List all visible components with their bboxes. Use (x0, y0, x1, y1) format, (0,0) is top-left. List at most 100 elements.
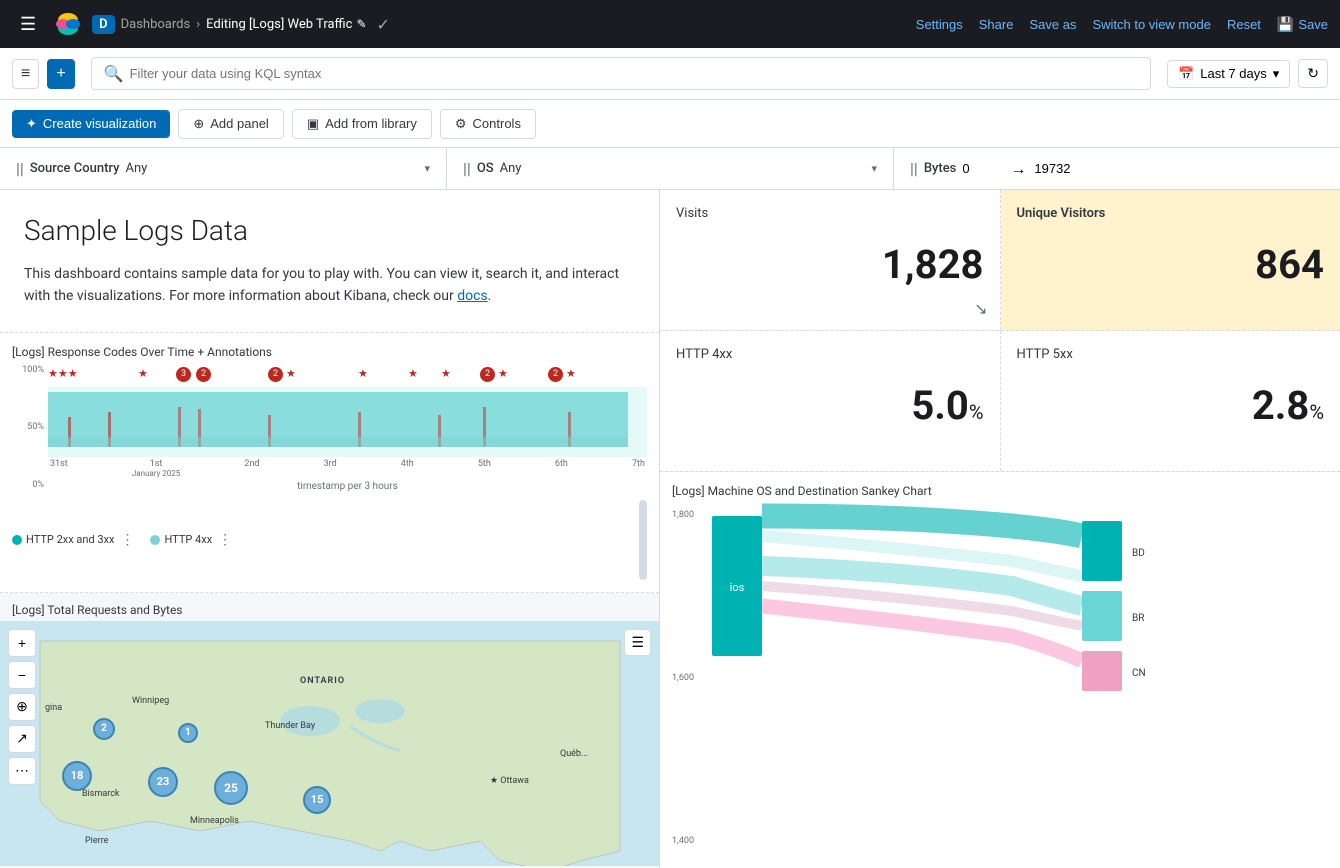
x-label-5th: 5th (478, 459, 491, 479)
os-filter[interactable]: || OS Any ▾ (447, 148, 894, 189)
map-label-thunder-bay: Thunder Bay (265, 721, 315, 731)
map-cluster-2[interactable]: 2 (93, 718, 115, 740)
nav-actions: Settings Share Save as Switch to view mo… (916, 16, 1328, 33)
edit-icon[interactable]: ✎ (356, 17, 366, 31)
visits-arrow-icon: ↘ (974, 299, 987, 318)
unique-visitors-value: 864 (1017, 241, 1325, 288)
toolbar-right: 📅 Last 7 days ▾ ↻ (1167, 59, 1328, 88)
bytes-label: Bytes (924, 161, 957, 176)
x-label-4th: 4th (401, 459, 414, 479)
legend-more-2xx[interactable]: ⋮ (120, 532, 134, 548)
unique-visitors-card: Unique Visitors 864 (1001, 190, 1340, 330)
annotation-star-1: ★★★ (48, 367, 78, 380)
sankey-card: [Logs] Machine OS and Destination Sankey… (660, 472, 1340, 868)
x-label-2nd: 2nd (244, 459, 259, 479)
bytes-range: → (962, 159, 1094, 179)
http5xx-card: HTTP 5xx 2.8% (1001, 331, 1340, 471)
os-value: Any (500, 161, 522, 176)
calendar-icon: 📅 (1178, 66, 1194, 82)
chart-scrollbar[interactable] (639, 500, 647, 580)
http5xx-title: HTTP 5xx (1017, 347, 1325, 362)
map-label-winnipeg: Winnipeg (132, 696, 169, 706)
annotation-star-8: ★ (566, 367, 576, 380)
map-label-ottawa: ★ Ottawa (490, 776, 529, 786)
y-label-0: 0% (32, 480, 44, 490)
bytes-min-input[interactable] (962, 161, 1002, 176)
add-panel-icon: ⊕ (193, 116, 204, 132)
annotation-star-5: ★ (408, 367, 418, 380)
zoom-out-button[interactable]: − (8, 661, 36, 689)
legend-http2xx: HTTP 2xx and 3xx ⋮ (12, 532, 134, 548)
sankey-y-axis: 1,800 1,600 1,400 (672, 506, 694, 850)
confirm-icon[interactable]: ✓ (377, 15, 390, 34)
library-icon: ▣ (307, 116, 319, 132)
map-cluster-1[interactable]: 1 (178, 723, 198, 743)
zoom-in-button[interactable]: + (8, 629, 36, 657)
legend-more-4xx[interactable]: ⋮ (218, 532, 232, 548)
crosshair-button[interactable]: ⊕ (8, 693, 36, 721)
kql-input[interactable] (130, 66, 1138, 81)
map-cluster-15[interactable]: 15 (303, 786, 331, 814)
settings-button[interactable]: Settings (916, 17, 963, 32)
unique-visitors-title: Unique Visitors (1017, 206, 1325, 221)
http5xx-suffix: % (1309, 400, 1324, 424)
link-button[interactable]: ↗ (8, 725, 36, 753)
map-title: [Logs] Total Requests and Bytes (0, 593, 659, 621)
map-cluster-25[interactable]: 25 (214, 771, 248, 805)
add-filter-button[interactable]: + (47, 59, 74, 89)
svg-text:CN: CN (1132, 668, 1146, 679)
x-label-31: 31st (50, 459, 68, 479)
legend-dot-2xx (12, 535, 22, 545)
x-label-6th: 6th (555, 459, 568, 479)
chevron-down-icon: ▾ (1273, 66, 1280, 82)
http4xx-value: 5.0% (676, 382, 984, 429)
sample-data-card: Sample Logs Data This dashboard contains… (0, 190, 659, 333)
sidebar-toggle-button[interactable]: ≡ (12, 59, 39, 89)
sankey-svg: ios BD BR (702, 506, 1328, 850)
map-cluster-18[interactable]: 18 (62, 761, 92, 791)
save-button[interactable]: 💾 Save (1277, 16, 1328, 33)
annotation-star-3: ★ (286, 367, 296, 380)
switch-mode-button[interactable]: Switch to view mode (1092, 17, 1211, 32)
dashboards-link[interactable]: Dashboards (121, 17, 191, 32)
map-legend-button[interactable]: ☰ (624, 629, 651, 656)
refresh-button[interactable]: ↻ (1298, 59, 1328, 88)
hamburger-button[interactable]: ☰ (12, 10, 44, 39)
legend-label-2xx: HTTP 2xx and 3xx (26, 533, 114, 546)
map-cluster-23[interactable]: 23 (148, 767, 178, 797)
legend-dot-4xx (150, 535, 160, 545)
x-label-7th: 7th (632, 459, 645, 479)
share-button[interactable]: Share (979, 17, 1014, 32)
controls-button[interactable]: ⚙ Controls (440, 109, 536, 139)
time-range-button[interactable]: 📅 Last 7 days ▾ (1167, 60, 1290, 88)
response-chart-title: [Logs] Response Codes Over Time + Annota… (12, 345, 647, 359)
settings-map-button[interactable]: ⋯ (8, 757, 36, 785)
legend-http4xx: HTTP 4xx ⋮ (150, 532, 232, 548)
reset-button[interactable]: Reset (1227, 17, 1261, 32)
visits-card: Visits 1,828 ↘ (660, 190, 1001, 330)
map-svg (0, 621, 659, 866)
bytes-arrow-icon: → (1010, 159, 1026, 179)
add-panel-button[interactable]: ⊕ Add panel (178, 109, 283, 139)
docs-link[interactable]: docs (457, 288, 487, 304)
source-country-filter[interactable]: || Source Country Any ▾ (0, 148, 447, 189)
visits-title: Visits (676, 206, 984, 221)
bytes-filter[interactable]: || Bytes → (894, 148, 1340, 189)
http5xx-value: 2.8% (1017, 382, 1325, 429)
source-country-label: Source Country (30, 161, 120, 176)
source-country-value: Any (125, 161, 147, 176)
map-label-ontario: ONTARIO (300, 676, 345, 686)
annotation-star-7: ★ (498, 367, 508, 380)
bytes-max-input[interactable] (1034, 161, 1094, 176)
create-visualization-button[interactable]: ✦ Create visualization (12, 110, 170, 138)
top-nav: ☰ D Dashboards › Editing [Logs] Web Traf… (0, 0, 1340, 48)
annotation-dot-2d: 2 (548, 367, 563, 382)
save-as-button[interactable]: Save as (1029, 17, 1076, 32)
add-library-button[interactable]: ▣ Add from library (292, 109, 432, 139)
sample-description: This dashboard contains sample data for … (24, 263, 635, 308)
kql-search-bar[interactable]: 🔍 (91, 57, 1151, 90)
y-label-100: 100% (22, 365, 44, 375)
chart-legend: HTTP 2xx and 3xx ⋮ HTTP 4xx ⋮ (12, 500, 647, 580)
d-badge: D (92, 15, 114, 34)
editing-label: Editing [Logs] Web Traffic ✎ (206, 17, 366, 32)
